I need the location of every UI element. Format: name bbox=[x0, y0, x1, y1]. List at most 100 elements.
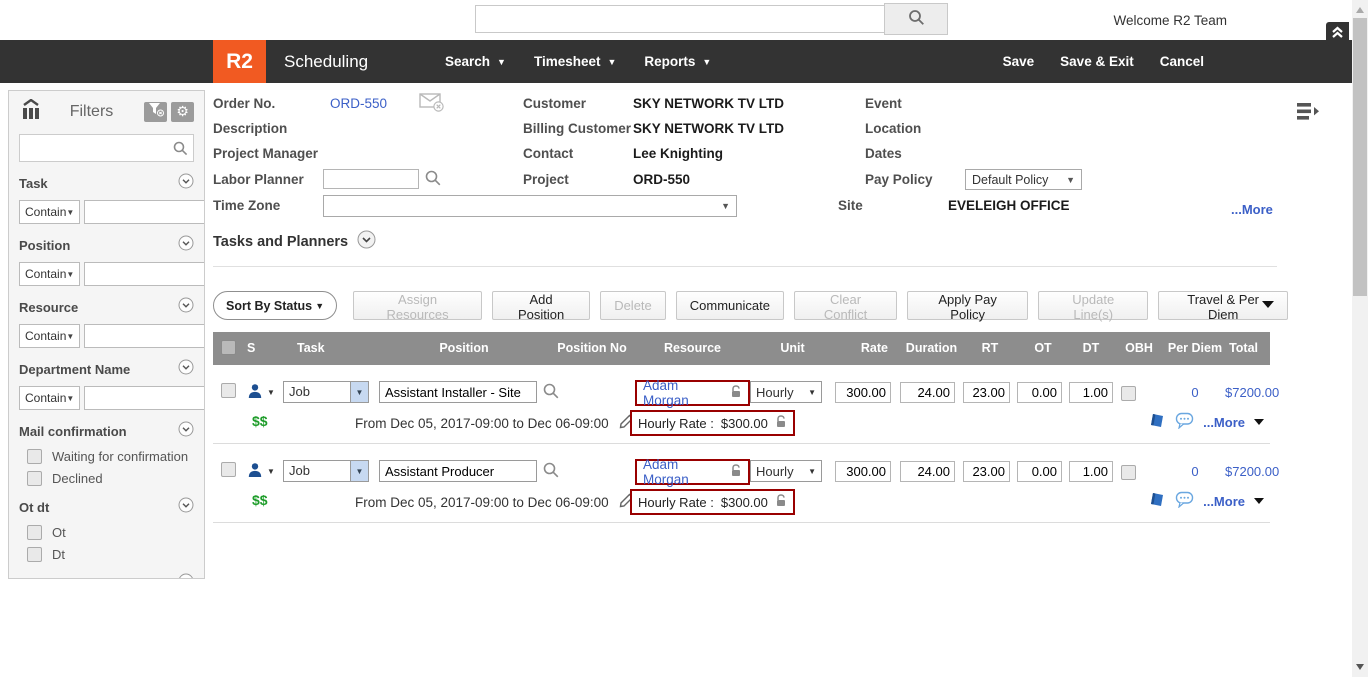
notes-book-icon[interactable] bbox=[1149, 412, 1166, 432]
save-and-exit-button[interactable]: Save & Exit bbox=[1060, 54, 1134, 69]
task-operator-select[interactable]: Contain▼ bbox=[19, 200, 80, 224]
total-link[interactable]: $7200.00 bbox=[1225, 464, 1291, 479]
scroll-down-arrow-icon[interactable] bbox=[1356, 664, 1364, 670]
task-filter-input[interactable] bbox=[84, 200, 205, 224]
status-resource-menu[interactable]: ▼ bbox=[239, 383, 283, 402]
lock-icon[interactable] bbox=[730, 464, 742, 480]
row-more-link[interactable]: ...More bbox=[1203, 415, 1245, 430]
row-more-link[interactable]: ...More bbox=[1203, 494, 1245, 509]
ot-input[interactable] bbox=[1017, 461, 1062, 482]
chevron-down-icon[interactable] bbox=[1254, 419, 1264, 425]
cancel-button[interactable]: Cancel bbox=[1160, 54, 1204, 69]
position-operator-select[interactable]: Contain▼ bbox=[19, 262, 80, 286]
obh-checkbox[interactable] bbox=[1121, 386, 1136, 401]
obh-checkbox[interactable] bbox=[1121, 465, 1136, 480]
lock-icon[interactable] bbox=[775, 494, 787, 510]
chevron-down-icon: ▼ bbox=[1066, 175, 1075, 185]
duration-input[interactable] bbox=[900, 382, 955, 403]
filter-settings-button[interactable]: ⚙ bbox=[171, 102, 194, 122]
chevron-down-icon: ▼ bbox=[350, 382, 368, 402]
position-input[interactable] bbox=[379, 460, 537, 482]
rt-input[interactable] bbox=[963, 461, 1010, 482]
position-filter-input[interactable] bbox=[84, 262, 205, 286]
chevron-down-circle-icon[interactable] bbox=[178, 497, 194, 518]
select-all-checkbox[interactable] bbox=[221, 340, 236, 355]
task-select[interactable]: Job ▼ bbox=[283, 460, 369, 482]
per-diem-link[interactable]: 0 bbox=[1165, 385, 1225, 400]
chevron-down-circle-icon[interactable] bbox=[178, 297, 194, 318]
toolbar-more-dropdown-icon[interactable] bbox=[1262, 301, 1274, 308]
search-icon[interactable] bbox=[543, 462, 559, 481]
comment-bubble-icon[interactable] bbox=[1175, 491, 1194, 511]
more-header-link[interactable]: ...More bbox=[1231, 202, 1273, 217]
add-position-button[interactable]: Add Position bbox=[492, 291, 590, 320]
save-button[interactable]: Save bbox=[1003, 54, 1035, 69]
grid-options-menu-icon[interactable] bbox=[1295, 100, 1323, 129]
collapse-panel-button[interactable] bbox=[1326, 22, 1349, 46]
sort-by-select[interactable]: Sort By Status ▼ bbox=[213, 291, 337, 320]
waiting-for-confirmation-checkbox[interactable] bbox=[27, 449, 42, 464]
funnel-clear-icon bbox=[148, 102, 164, 122]
notes-book-icon[interactable] bbox=[1149, 491, 1166, 511]
collapse-columns-icon[interactable] bbox=[19, 99, 43, 125]
menu-search[interactable]: Search ▼ bbox=[445, 54, 506, 69]
per-diem-link[interactable]: 0 bbox=[1165, 464, 1225, 479]
row-select-checkbox[interactable] bbox=[221, 462, 236, 477]
position-input[interactable] bbox=[379, 381, 537, 403]
vertical-scrollbar[interactable] bbox=[1352, 0, 1368, 677]
clear-conflict-button[interactable]: Clear Conflict bbox=[794, 291, 897, 320]
resource-operator-select[interactable]: Contain▼ bbox=[19, 324, 80, 348]
menu-timesheet[interactable]: Timesheet ▼ bbox=[534, 54, 616, 69]
rate-input[interactable] bbox=[835, 382, 891, 403]
rt-input[interactable] bbox=[963, 382, 1010, 403]
mail-cancel-icon[interactable] bbox=[419, 93, 445, 116]
apply-pay-policy-button[interactable]: Apply Pay Policy bbox=[907, 291, 1028, 320]
comment-bubble-icon[interactable] bbox=[1175, 412, 1194, 432]
total-link[interactable]: $7200.00 bbox=[1225, 385, 1291, 400]
declined-checkbox[interactable] bbox=[27, 471, 42, 486]
chevron-down-circle-icon[interactable] bbox=[178, 235, 194, 256]
chevron-down-circle-icon[interactable] bbox=[178, 173, 194, 194]
update-lines-button[interactable]: Update Line(s) bbox=[1038, 291, 1148, 320]
resource-link[interactable]: Adam Morgan bbox=[643, 378, 723, 408]
lock-icon[interactable] bbox=[775, 415, 787, 431]
labor-planner-input[interactable] bbox=[323, 169, 419, 189]
communicate-button[interactable]: Communicate bbox=[676, 291, 784, 320]
dt-input[interactable] bbox=[1069, 461, 1113, 482]
chevron-down-icon[interactable] bbox=[1254, 498, 1264, 504]
menu-reports[interactable]: Reports ▼ bbox=[644, 54, 711, 69]
dt-input[interactable] bbox=[1069, 382, 1113, 403]
resource-filter-input[interactable] bbox=[84, 324, 205, 348]
global-search-input[interactable] bbox=[475, 5, 889, 33]
pay-policy-select[interactable]: Default Policy ▼ bbox=[965, 169, 1082, 190]
search-icon[interactable] bbox=[425, 170, 441, 189]
ot-checkbox[interactable] bbox=[27, 525, 42, 540]
assign-resources-button[interactable]: Assign Resources bbox=[353, 291, 482, 320]
clear-filter-button[interactable] bbox=[144, 102, 167, 122]
department-filter-input[interactable] bbox=[84, 386, 205, 410]
chevron-down-circle-icon[interactable] bbox=[178, 359, 194, 380]
scroll-up-arrow-icon[interactable] bbox=[1356, 7, 1364, 13]
lock-icon[interactable] bbox=[730, 385, 742, 401]
ot-input[interactable] bbox=[1017, 382, 1062, 403]
order-no-link[interactable]: ORD-550 bbox=[330, 96, 387, 111]
resource-link[interactable]: Adam Morgan bbox=[643, 457, 723, 487]
department-operator-select[interactable]: Contain▼ bbox=[19, 386, 80, 410]
chevron-down-circle-icon[interactable] bbox=[178, 573, 194, 579]
time-zone-select[interactable]: ▼ bbox=[323, 195, 737, 217]
rate-input[interactable] bbox=[835, 461, 891, 482]
unit-select[interactable]: Hourly ▼ bbox=[750, 460, 822, 482]
delete-button[interactable]: Delete bbox=[600, 291, 666, 320]
dt-checkbox[interactable] bbox=[27, 547, 42, 562]
row-select-checkbox[interactable] bbox=[221, 383, 236, 398]
scrollbar-thumb[interactable] bbox=[1353, 18, 1367, 296]
status-resource-menu[interactable]: ▼ bbox=[239, 462, 283, 481]
tasks-and-planners-toggle[interactable]: Tasks and Planners bbox=[213, 230, 376, 253]
duration-input[interactable] bbox=[900, 461, 955, 482]
chevron-down-circle-icon[interactable] bbox=[178, 421, 194, 442]
unit-select[interactable]: Hourly ▼ bbox=[750, 381, 822, 403]
task-select[interactable]: Job ▼ bbox=[283, 381, 369, 403]
search-icon[interactable] bbox=[543, 383, 559, 402]
filter-search-input[interactable] bbox=[19, 134, 194, 162]
global-search-button[interactable] bbox=[884, 3, 948, 35]
